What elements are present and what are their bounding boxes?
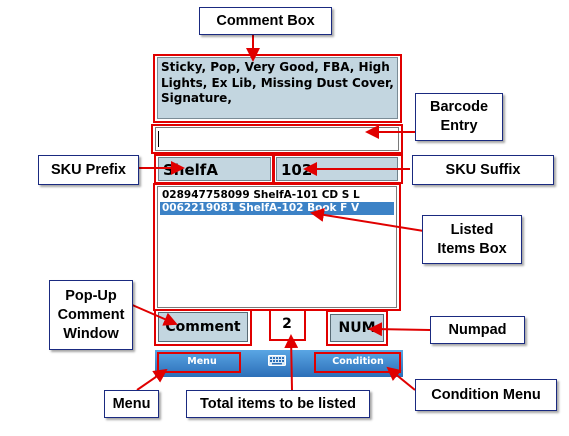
callout-menu: Menu <box>104 390 159 418</box>
callout-barcode-entry: Barcode Entry <box>415 93 503 141</box>
barcode-entry-input[interactable] <box>155 127 399 151</box>
menu-softkey[interactable]: Menu <box>163 352 241 372</box>
comment-button[interactable]: Comment <box>158 312 248 342</box>
callout-sku-prefix: SKU Prefix <box>38 155 139 185</box>
callout-listed-items: Listed Items Box <box>422 215 522 264</box>
list-item[interactable]: 028947758099 ShelfA-101 CD S L <box>160 189 394 202</box>
sku-suffix-field[interactable]: 102 <box>276 157 398 181</box>
condition-softkey[interactable]: Condition <box>316 352 400 372</box>
callout-total-items: Total items to be listed <box>186 390 370 418</box>
callout-popup-comment: Pop-Up Comment Window <box>49 280 133 350</box>
listed-items-box[interactable]: 028947758099 ShelfA-101 CD S L 006221908… <box>157 186 397 308</box>
total-items-count: 2 <box>282 316 292 332</box>
callout-sku-suffix: SKU Suffix <box>412 155 554 185</box>
list-item-selected[interactable]: 0062219081 ShelfA-102 Book F V <box>160 202 394 215</box>
comment-box[interactable]: Sticky, Pop, Very Good, FBA, High Lights… <box>157 57 398 119</box>
callout-condition-menu: Condition Menu <box>415 379 557 411</box>
sku-prefix-field[interactable]: ShelfA <box>158 157 271 181</box>
numpad-button[interactable]: NUM <box>330 314 384 342</box>
callout-comment-box: Comment Box <box>199 7 332 35</box>
comment-text: Sticky, Pop, Very Good, FBA, High Lights… <box>161 60 394 105</box>
keyboard-icon[interactable] <box>268 355 286 366</box>
text-caret <box>158 131 159 147</box>
callout-numpad: Numpad <box>430 316 525 344</box>
